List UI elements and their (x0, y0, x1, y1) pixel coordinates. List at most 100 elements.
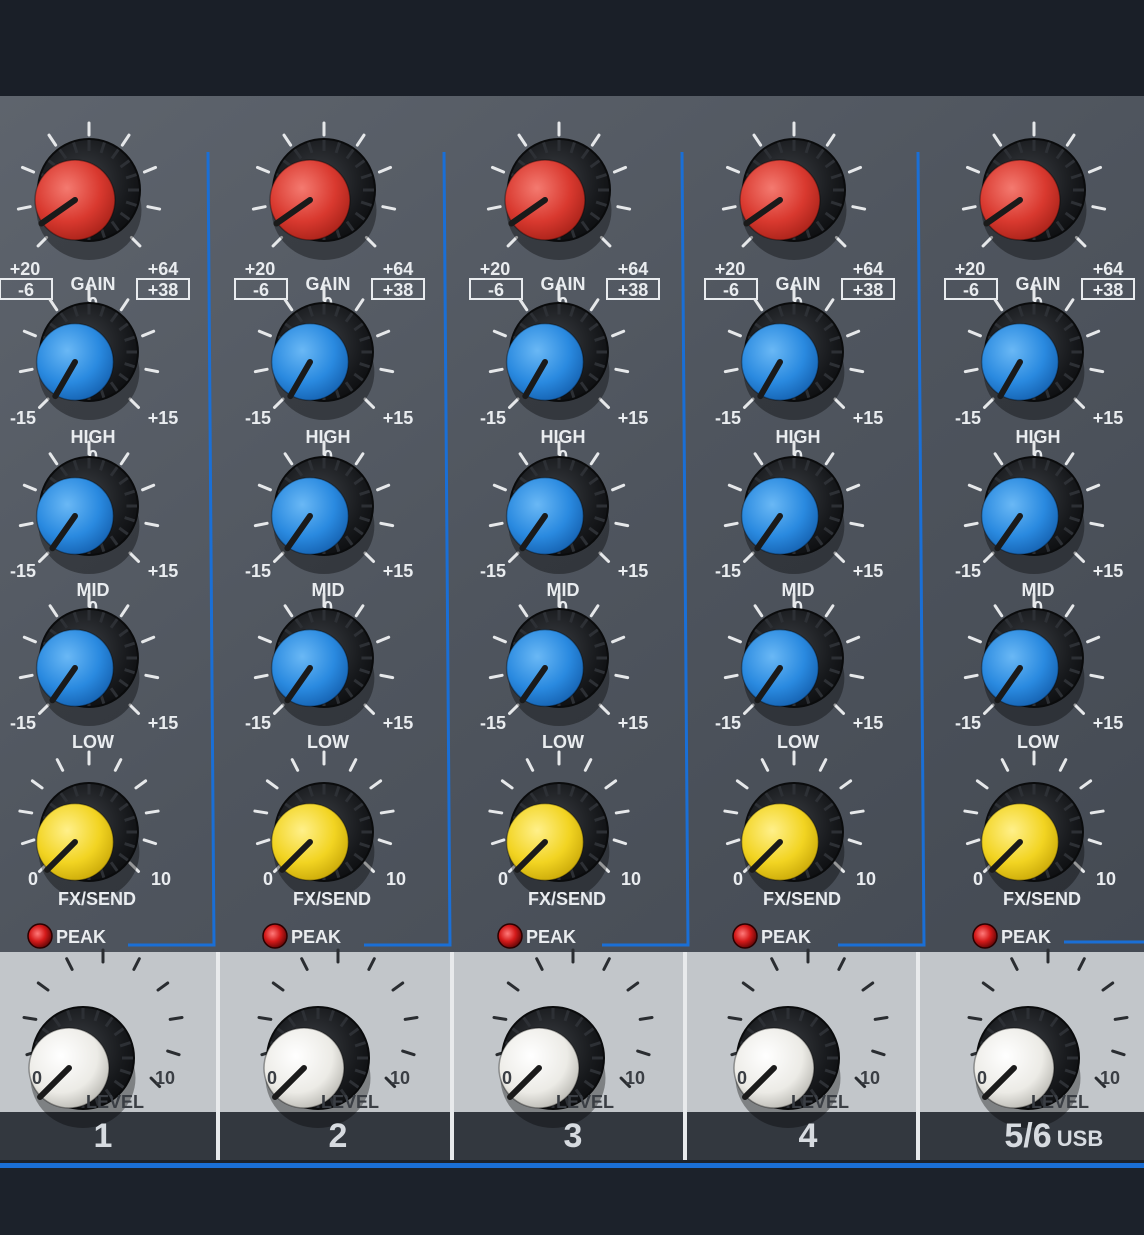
high-eq-knob[interactable] (270, 302, 375, 420)
high-eq-knob[interactable] (740, 302, 845, 420)
peak-led (497, 923, 523, 949)
low-eq-knob[interactable] (505, 608, 610, 726)
mid-eq-knob[interactable] (35, 456, 140, 574)
gain-knob[interactable] (269, 138, 377, 260)
level-tick (403, 1015, 419, 1021)
level-strip-separator (450, 952, 454, 1160)
high-min-label: -15 (955, 408, 981, 428)
gain-min-alt-label: -6 (488, 280, 504, 300)
fx-send-knob[interactable] (270, 782, 375, 900)
fx-send-min-label: 0 (733, 869, 743, 889)
gain-max-label: +64 (1093, 259, 1124, 279)
level-strip-separator (683, 952, 687, 1160)
fx-send-label: FX/SEND (528, 889, 606, 909)
bottom-accent-line (0, 1163, 1144, 1168)
mid-eq-knob[interactable] (980, 456, 1085, 574)
low-max-label: +15 (1093, 713, 1124, 733)
gain-knob[interactable] (504, 138, 612, 260)
level-max-label: 10 (860, 1068, 880, 1088)
mixer-panel: +20 GAIN +64 -6 +38 0 -15 +15 HIGH 0 -15 +15 MID 0 -15… (0, 0, 1144, 1235)
level-min-label: 0 (267, 1068, 277, 1088)
fx-send-tick (1089, 809, 1105, 815)
level-max-label: 10 (1100, 1068, 1120, 1088)
gain-max-label: +64 (853, 259, 884, 279)
fx-send-label: FX/SEND (293, 889, 371, 909)
fx-send-tick (18, 809, 34, 815)
high-eq-knob[interactable] (980, 302, 1085, 420)
mid-eq-knob[interactable] (270, 456, 375, 574)
high-label: HIGH (776, 427, 821, 447)
mid-min-label: -15 (715, 561, 741, 581)
channel-number: 5/6 (1004, 1117, 1051, 1155)
low-eq-knob[interactable] (740, 608, 845, 726)
fx-send-knob[interactable] (740, 782, 845, 900)
fx-send-knob[interactable] (505, 782, 610, 900)
fx-send-tick (144, 809, 160, 815)
low-label: LOW (307, 732, 349, 752)
level-strip-separator (916, 952, 920, 1160)
mid-eq-knob[interactable] (505, 456, 610, 574)
gain-knob[interactable] (34, 138, 142, 260)
gain-max-alt-label: +38 (383, 280, 414, 300)
low-max-label: +15 (618, 713, 649, 733)
level-label: LEVEL (86, 1092, 144, 1112)
level-min-label: 0 (502, 1068, 512, 1088)
high-label: HIGH (541, 427, 586, 447)
fx-send-max-label: 10 (1096, 869, 1116, 889)
gain-min-alt-label: -6 (723, 280, 739, 300)
level-tick (492, 1015, 508, 1021)
level-max-label: 10 (155, 1068, 175, 1088)
peak-label: PEAK (56, 927, 106, 947)
gain-max-alt-label: +38 (1093, 280, 1124, 300)
fx-send-knob[interactable] (35, 782, 140, 900)
high-eq-knob[interactable] (35, 302, 140, 420)
fx-send-max-label: 10 (856, 869, 876, 889)
fx-send-min-label: 0 (973, 869, 983, 889)
level-tick (257, 1015, 273, 1021)
channel-usb-label: USB (1057, 1126, 1103, 1151)
gain-label: GAIN (541, 274, 586, 294)
level-label: LEVEL (1031, 1092, 1089, 1112)
level-tick (727, 1015, 743, 1021)
gain-knob[interactable] (979, 138, 1087, 260)
gain-min-label: +20 (480, 259, 511, 279)
peak-label: PEAK (526, 927, 576, 947)
fx-send-tick (614, 809, 630, 815)
low-label: LOW (72, 732, 114, 752)
channel-number: 4 (799, 1117, 818, 1155)
level-min-label: 0 (32, 1068, 42, 1088)
mid-eq-knob[interactable] (740, 456, 845, 574)
high-min-label: -15 (715, 408, 741, 428)
channel-number: 1 (94, 1117, 113, 1155)
low-min-label: -15 (10, 713, 36, 733)
level-tick (638, 1015, 654, 1021)
mid-max-label: +15 (383, 561, 414, 581)
high-min-label: -15 (480, 408, 506, 428)
mid-max-label: +15 (853, 561, 884, 581)
gain-min-alt-label: -6 (963, 280, 979, 300)
level-min-label: 0 (977, 1068, 987, 1088)
gain-knob[interactable] (739, 138, 847, 260)
peak-label: PEAK (291, 927, 341, 947)
low-eq-knob[interactable] (35, 608, 140, 726)
low-label: LOW (777, 732, 819, 752)
mid-label: MID (77, 580, 110, 600)
high-label: HIGH (1016, 427, 1061, 447)
low-eq-knob[interactable] (270, 608, 375, 726)
low-eq-knob[interactable] (980, 608, 1085, 726)
mid-label: MID (312, 580, 345, 600)
mid-min-label: -15 (955, 561, 981, 581)
gain-label: GAIN (71, 274, 116, 294)
low-label: LOW (542, 732, 584, 752)
fx-send-label: FX/SEND (1003, 889, 1081, 909)
level-label: LEVEL (321, 1092, 379, 1112)
fx-send-knob[interactable] (980, 782, 1085, 900)
mid-max-label: +15 (618, 561, 649, 581)
low-min-label: -15 (715, 713, 741, 733)
level-min-label: 0 (737, 1068, 747, 1088)
peak-label: PEAK (761, 927, 811, 947)
gain-min-label: +20 (10, 259, 41, 279)
fx-send-label: FX/SEND (763, 889, 841, 909)
high-eq-knob[interactable] (505, 302, 610, 420)
low-label: LOW (1017, 732, 1059, 752)
